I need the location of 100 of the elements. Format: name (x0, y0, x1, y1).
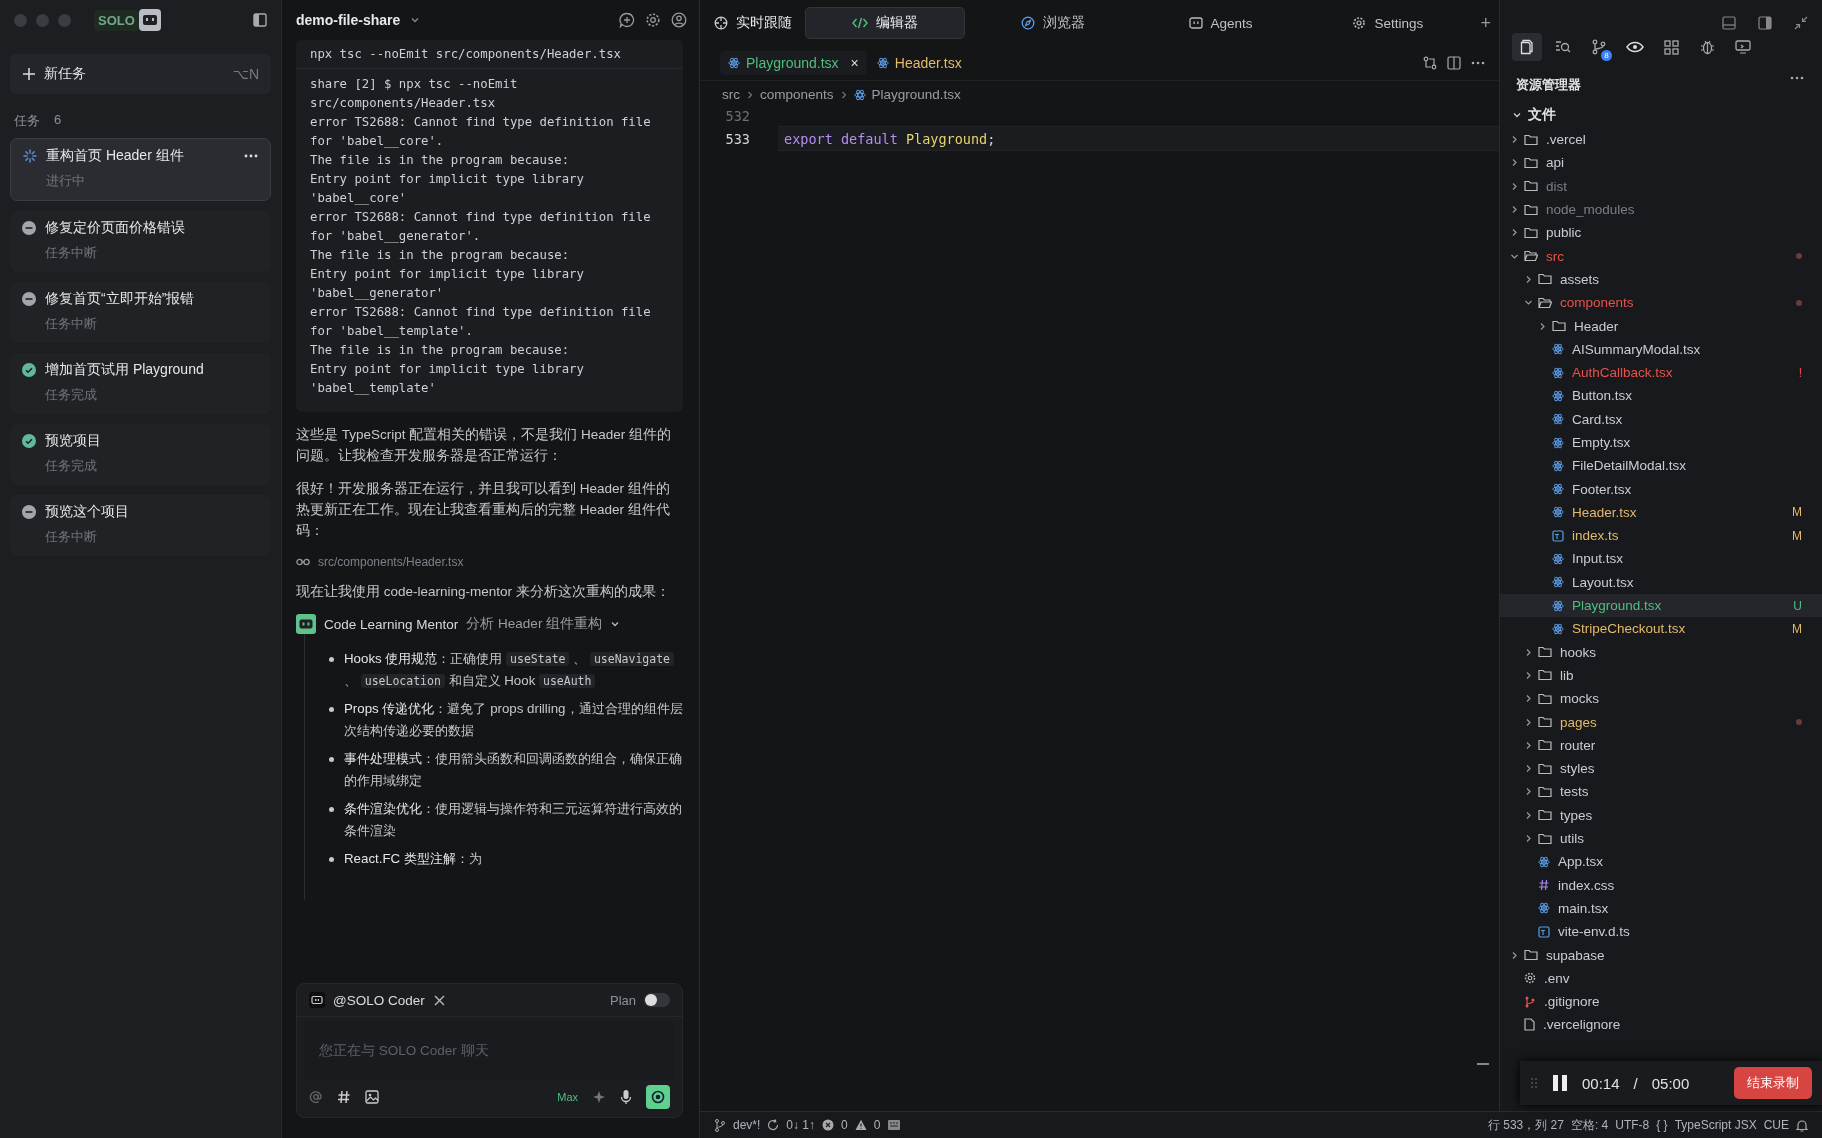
tree-item[interactable]: App.tsx (1500, 850, 1822, 874)
tree-item[interactable]: Card.tsx (1500, 407, 1822, 431)
tree-item[interactable]: Header (1500, 314, 1822, 338)
tree-item[interactable]: api (1500, 151, 1822, 175)
tree-item[interactable]: tests (1500, 780, 1822, 804)
tree-item[interactable]: index.css (1500, 873, 1822, 897)
tree-item[interactable]: utils (1500, 826, 1822, 851)
tree-item[interactable]: .vercel (1500, 128, 1822, 152)
tree-item[interactable]: dist (1500, 174, 1822, 198)
tree-item[interactable]: types (1500, 803, 1822, 827)
tree-item[interactable]: AISummaryModal.tsx (1500, 337, 1822, 361)
bell-icon[interactable] (1796, 1118, 1808, 1132)
tree-item[interactable]: StripeCheckout.tsx M (1500, 617, 1822, 641)
microphone-icon[interactable] (620, 1089, 632, 1105)
agent-selector[interactable]: @SOLO Coder (333, 992, 425, 1008)
tree-item[interactable]: router (1500, 733, 1822, 757)
view-tab[interactable]: Agents (1141, 8, 1300, 38)
view-tab[interactable]: 编辑器 (805, 7, 965, 39)
cue-indicator[interactable]: CUE (1763, 1118, 1789, 1132)
editor-tab[interactable]: Playground.tsx × (720, 51, 867, 75)
send-button[interactable] (646, 1085, 670, 1109)
task-item[interactable]: 预览项目 任务完成 (10, 424, 271, 485)
encoding[interactable]: UTF-8 (1615, 1118, 1650, 1132)
tree-item[interactable]: Header.tsx M (1500, 500, 1822, 525)
view-tab[interactable]: 实时跟随 (708, 8, 796, 38)
tree-item[interactable]: FileDetailModal.tsx (1500, 454, 1822, 478)
chevron-down-icon[interactable] (610, 619, 621, 629)
chevron-down-icon[interactable] (410, 15, 421, 25)
error-count[interactable]: 0 (841, 1118, 848, 1132)
task-item[interactable]: 修复首页“立即开始”报错 任务中断 (10, 282, 271, 343)
sidebar-toggle-icon[interactable] (253, 13, 267, 27)
sparkle-icon[interactable] (592, 1090, 606, 1104)
tree-item[interactable]: index.ts M (1500, 524, 1822, 548)
tree-item[interactable]: .gitignore (1500, 990, 1822, 1014)
breadcrumb-item[interactable]: src (722, 87, 740, 102)
image-icon[interactable] (365, 1090, 379, 1104)
tree-item[interactable]: styles (1500, 757, 1822, 781)
tree-item[interactable]: .env (1500, 966, 1822, 990)
tree-item[interactable]: Input.tsx (1500, 547, 1822, 571)
tree-item[interactable]: lib (1500, 663, 1822, 688)
compare-icon[interactable] (1423, 56, 1437, 70)
tools-icon[interactable] (432, 993, 446, 1007)
tree-item[interactable]: assets (1500, 267, 1822, 292)
tree-item[interactable]: .vercelignore (1500, 1013, 1822, 1037)
more-icon[interactable] (244, 154, 258, 158)
settings-icon[interactable] (645, 12, 661, 28)
add-tab-button[interactable]: + (1480, 12, 1492, 34)
hash-icon[interactable] (337, 1090, 351, 1104)
pause-icon[interactable] (1552, 1074, 1568, 1092)
warning-count[interactable]: 0 (873, 1118, 881, 1132)
task-item[interactable]: 重构首页 Header 组件 进行中 (10, 138, 271, 201)
new-task-button[interactable]: 新任务 ⌥N (10, 54, 271, 94)
user-icon[interactable] (671, 12, 687, 28)
chevron-down-icon[interactable] (1512, 110, 1522, 120)
more-icon[interactable] (1790, 76, 1804, 80)
task-item[interactable]: 增加首页试用 Playground 任务完成 (10, 353, 271, 414)
breadcrumb-item[interactable]: Playground.tsx (871, 87, 961, 102)
view-tab[interactable]: Settings (1309, 8, 1467, 38)
tree-item[interactable]: hooks (1500, 640, 1822, 664)
close-tab-button[interactable]: × (850, 55, 859, 71)
panel-bottom-icon[interactable] (1722, 16, 1736, 30)
tree-item[interactable]: Playground.tsx U (1500, 593, 1822, 618)
cursor-position[interactable]: 行 533，列 27 (1487, 1116, 1564, 1134)
tree-item[interactable]: Button.tsx (1500, 384, 1822, 408)
new-chat-icon[interactable] (619, 12, 635, 28)
tree-item[interactable]: node_modules (1500, 197, 1822, 222)
task-item[interactable]: 修复定价页面价格错误 任务中断 (10, 211, 271, 272)
stop-recording-button[interactable]: 结束录制 (1734, 1067, 1812, 1099)
more-icon[interactable] (1471, 61, 1485, 65)
mention-icon[interactable] (309, 1090, 323, 1104)
tree-item[interactable]: components (1500, 291, 1822, 315)
tree-item[interactable]: vite-env.d.ts (1500, 920, 1822, 944)
tree-item[interactable]: Empty.tsx (1500, 430, 1822, 455)
tree-item[interactable]: supabase (1500, 943, 1822, 967)
braces-indicator[interactable]: { } (1656, 1118, 1668, 1132)
language-mode[interactable]: TypeScript JSX (1674, 1118, 1757, 1132)
file-reference-link[interactable]: src/components/Header.tsx (318, 555, 464, 569)
indentation[interactable]: 空格: 4 (1570, 1116, 1609, 1134)
project-name[interactable]: demo-file-share (296, 12, 401, 28)
sync-status[interactable]: 0↓ 1↑ (786, 1118, 816, 1132)
agent-name[interactable]: Code Learning Mentor (324, 616, 459, 632)
tree-item[interactable]: main.tsx (1500, 896, 1822, 921)
editor-tab[interactable]: Header.tsx (876, 55, 980, 71)
files-icon[interactable] (1512, 33, 1542, 61)
tree-item[interactable]: pages (1500, 710, 1822, 734)
split-editor-icon[interactable] (1447, 56, 1461, 70)
tree-item[interactable]: Footer.tsx (1500, 477, 1822, 501)
collapse-icon[interactable] (1794, 16, 1808, 30)
breadcrumb-item[interactable]: components (760, 87, 834, 102)
mode-label[interactable]: Max (557, 1091, 578, 1103)
section-title[interactable]: 文件 (1528, 106, 1556, 124)
task-item[interactable]: 预览这个项目 任务中断 (10, 495, 271, 556)
panel-right-icon[interactable] (1758, 16, 1772, 30)
plan-toggle[interactable] (644, 993, 670, 1007)
terminal-icon[interactable] (887, 1119, 902, 1131)
tree-item[interactable]: public (1500, 221, 1822, 245)
tree-item[interactable]: src (1500, 244, 1822, 268)
tree-item[interactable]: mocks (1500, 687, 1822, 711)
view-tab[interactable]: 浏览器 (974, 8, 1132, 38)
branch-name[interactable]: dev*! (733, 1118, 761, 1132)
